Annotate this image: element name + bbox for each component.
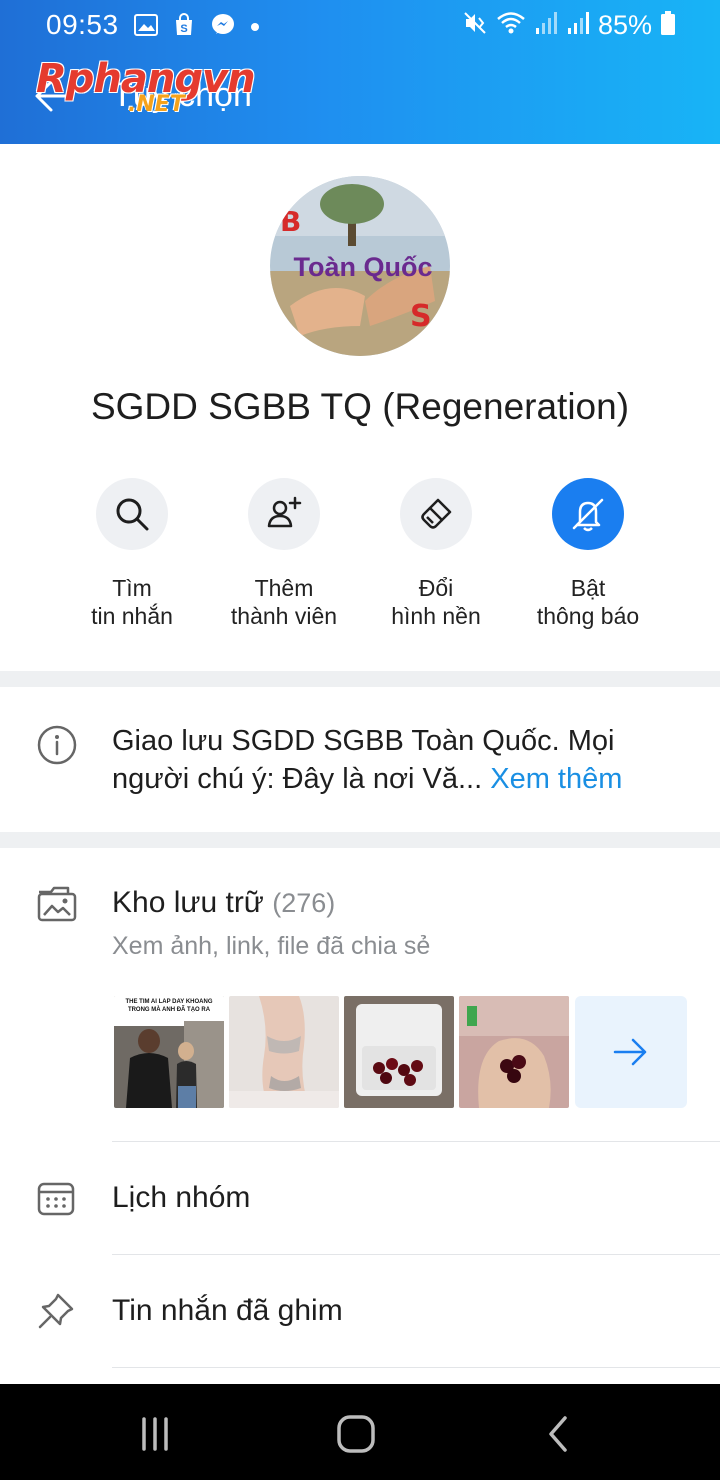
group-name: SGDD SGBB TQ (Regeneration) [90, 386, 630, 427]
recent-apps-button[interactable] [135, 1414, 175, 1454]
action-add-member[interactable]: Thêm thành viên [208, 478, 360, 630]
status-bar: 09:53 S 85% [0, 0, 720, 50]
svg-text:S: S [180, 23, 187, 35]
storage-thumbnails: THE TIM AI LAP DAY KHOANG TRONG MÀ ANH Đ… [114, 996, 687, 1108]
battery-icon [660, 10, 676, 41]
list-divider [112, 1367, 720, 1368]
calendar-icon [36, 1178, 76, 1223]
thumbnail-image[interactable]: THE TIM AI LAP DAY KHOANG TRONG MÀ ANH Đ… [114, 996, 224, 1108]
action-circle[interactable] [248, 478, 320, 550]
app-bar: Tùy chọn Rphangvn .NET [0, 50, 720, 144]
recent-apps-icon [142, 1417, 168, 1451]
battery-percent: 85% [597, 10, 652, 40]
section-divider [0, 832, 720, 848]
watermark-logo-sub: .NET [128, 92, 185, 117]
gallery-icon [134, 14, 158, 41]
bell-off-icon [572, 498, 604, 532]
action-circle[interactable] [400, 478, 472, 550]
notification-icons: S [134, 12, 260, 43]
menu-item-label: Lịch nhóm [112, 1181, 251, 1214]
thumbnail-image[interactable] [459, 996, 569, 1108]
storage-title[interactable]: Kho lưu trữ (276) [112, 886, 335, 920]
see-more-link[interactable]: Xem thêm [490, 763, 622, 795]
system-nav-bar [0, 1384, 720, 1480]
action-label: Bật thông báo [536, 575, 640, 629]
dot-icon [250, 19, 260, 37]
list-divider [112, 1254, 720, 1255]
svg-text:B: B [280, 205, 301, 238]
action-circle[interactable] [552, 478, 624, 550]
pin-icon [36, 1291, 76, 1336]
paint-brush-icon [421, 498, 452, 529]
action-circle[interactable] [96, 478, 168, 550]
thumbnail-image[interactable] [229, 996, 339, 1108]
add-member-icon [267, 496, 302, 528]
messenger-icon [210, 12, 236, 43]
shop-bag-icon: S [172, 13, 196, 42]
action-label: Tìm tin nhắn [91, 575, 173, 629]
action-label: Đổi hình nền [391, 575, 481, 629]
arrow-right-icon [613, 1038, 647, 1066]
mute-vibrate-icon [462, 10, 488, 41]
chevron-left-icon [549, 1416, 567, 1452]
group-description[interactable]: Giao lưu SGDD SGBB Toàn Quốc. Mọi người … [112, 722, 692, 798]
svg-text:S: S [410, 299, 432, 334]
info-icon [36, 724, 78, 771]
status-time: 09:53 [46, 9, 119, 40]
signal-icon-1 [534, 10, 558, 41]
folder-image-icon [36, 884, 78, 929]
avatar-text: Toàn Quốc [293, 252, 433, 282]
action-enable-notifications[interactable]: Bật thông báo [512, 478, 664, 630]
wifi-icon [496, 10, 526, 41]
storage-see-all-button[interactable] [575, 996, 687, 1108]
storage-count: (276) [272, 888, 336, 918]
group-avatar[interactable]: B S Toàn Quốc [270, 176, 450, 356]
signal-icon-2 [566, 10, 590, 41]
search-icon [116, 498, 149, 531]
list-divider [112, 1141, 720, 1142]
thumbnail-caption: THE TIM AI LAP DAY KHOANG TRONG MÀ ANH Đ… [114, 996, 224, 1016]
action-search-messages[interactable]: Tìm tin nhắn [56, 478, 208, 630]
home-icon [337, 1415, 375, 1453]
menu-item-label: Tin nhắn đã ghim [112, 1294, 343, 1327]
storage-subtitle: Xem ảnh, link, file đã chia sẻ [112, 932, 431, 960]
action-label: Thêm thành viên [230, 575, 338, 629]
home-button[interactable] [336, 1414, 376, 1454]
header: 09:53 S 85% Tùy chọn Rphangvn .NET [0, 0, 720, 144]
thumbnail-image[interactable] [344, 996, 454, 1108]
back-nav-button[interactable] [538, 1414, 578, 1454]
section-divider [0, 671, 720, 687]
system-icons: 85% [462, 10, 676, 41]
action-change-background[interactable]: Đổi hình nền [360, 478, 512, 630]
